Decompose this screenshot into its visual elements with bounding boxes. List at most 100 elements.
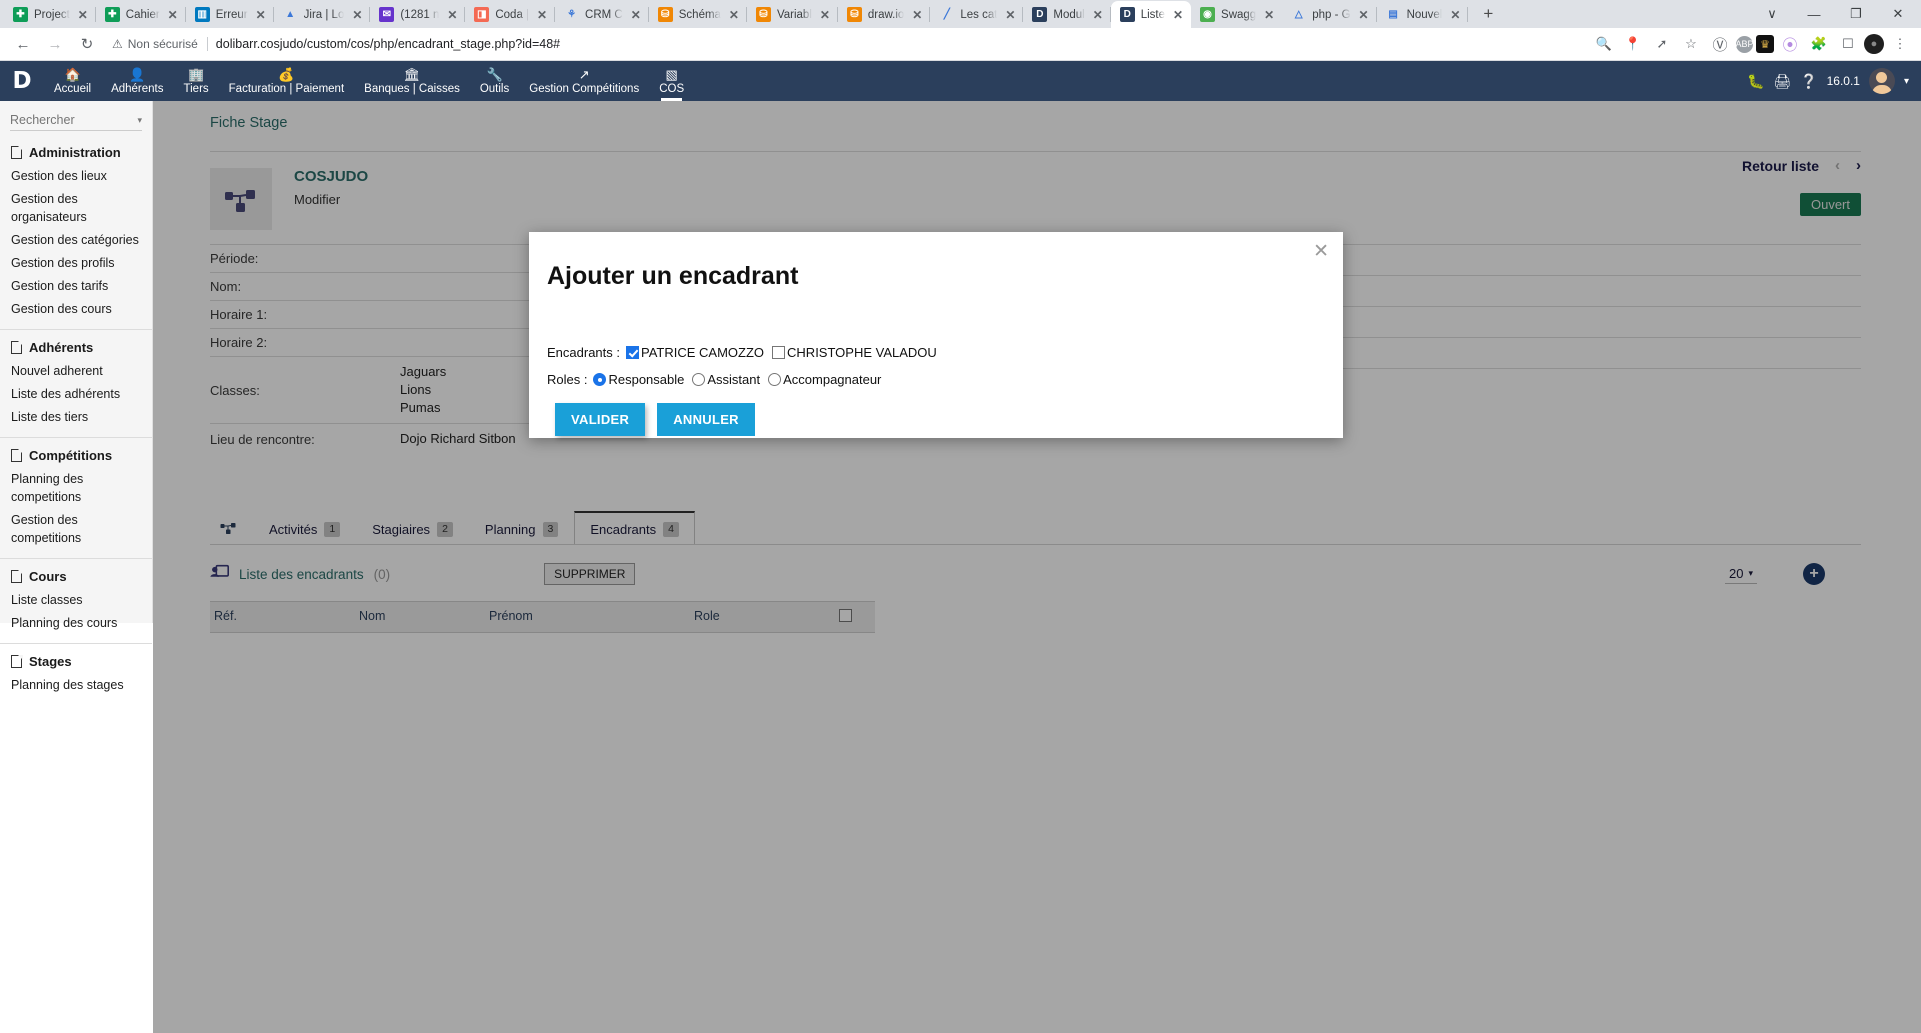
help-icon[interactable]: ❔ (1800, 73, 1817, 90)
browser-tab[interactable]: ▲ Jira | Lo ✕ (274, 1, 371, 28)
role-option[interactable]: Assistant (692, 372, 760, 387)
close-window-button[interactable]: ✕ (1877, 0, 1919, 28)
close-tab-icon[interactable]: ✕ (727, 8, 741, 22)
sidebar-item-gestion-des-lieux[interactable]: Gestion des lieux (0, 165, 152, 188)
checkbox-christophe-valadou[interactable] (772, 346, 786, 359)
valider-button[interactable]: VALIDER (555, 403, 646, 436)
browser-tab[interactable]: ✉ (1281 n ✕ (370, 1, 466, 28)
close-tab-icon[interactable]: ✕ (166, 8, 180, 22)
browser-tab[interactable]: ◨ Coda | ✕ (465, 1, 555, 28)
chevron-down-icon[interactable]: ▾ (1904, 76, 1909, 87)
browser-tab[interactable]: ⛁ Schéma ✕ (649, 1, 748, 28)
browser-tab[interactable]: ⚘ CRM C ✕ (555, 1, 649, 28)
profile-avatar-icon[interactable]: ● (1864, 34, 1884, 54)
sidebar-item-gestion-des-cat-gories[interactable]: Gestion des catégories (0, 229, 152, 252)
radio-assistant[interactable] (692, 373, 706, 386)
radio-responsable[interactable] (593, 373, 607, 386)
minimize-button[interactable]: — (1793, 0, 1835, 28)
checkbox-patrice-camozzo[interactable] (626, 346, 639, 359)
browser-tab[interactable]: D Modul ✕ (1023, 1, 1112, 28)
browser-tab[interactable]: ✚ Cahier ✕ (96, 1, 186, 28)
sidebar-item-liste-classes[interactable]: Liste classes (0, 589, 152, 612)
chevron-down-icon[interactable]: ▾ (137, 115, 142, 126)
bug-icon[interactable]: 🐛 (1747, 73, 1764, 90)
warning-triangle-icon: ⚠ (112, 37, 123, 51)
address-bar[interactable]: ⚠ Non sécurisé dolibarr.cosjudo/custom/c… (112, 31, 1581, 57)
browser-tab[interactable]: ⛁ Variabl ✕ (747, 1, 838, 28)
forward-icon[interactable]: → (40, 29, 70, 59)
topmenu-item-tiers[interactable]: 🏢 Tiers (174, 61, 219, 101)
sidebar-item-gestion-des-organisateurs[interactable]: Gestion des organisateurs (0, 188, 152, 229)
printer-icon[interactable]: 🖨 (1773, 73, 1791, 90)
close-tab-icon[interactable]: ✕ (1448, 8, 1462, 22)
close-tab-icon[interactable]: ✕ (1357, 8, 1371, 22)
sidebar-item-nouvel-adherent[interactable]: Nouvel adherent (0, 360, 152, 383)
bookmark-star-icon[interactable]: ☆ (1678, 31, 1704, 57)
kebab-menu-icon[interactable]: ⋮ (1887, 31, 1913, 57)
sidebar-item-gestion-des-competitions[interactable]: Gestion des competitions (0, 509, 152, 550)
role-option[interactable]: Responsable (593, 372, 684, 387)
security-status[interactable]: ⚠ Non sécurisé (112, 37, 208, 51)
topmenu-item-cos[interactable]: ▧ COS (649, 61, 694, 101)
avatar[interactable] (1868, 68, 1895, 94)
close-tab-icon[interactable]: ✕ (1091, 8, 1105, 22)
topmenu-item-outils[interactable]: 🔧 Outils (470, 61, 519, 101)
maximize-button[interactable]: ❐ (1835, 0, 1877, 28)
close-tab-icon[interactable]: ✕ (818, 8, 832, 22)
browser-tab[interactable]: D Liste ✕ (1110, 1, 1192, 28)
close-tab-icon[interactable]: ✕ (629, 8, 643, 22)
dolibarr-logo[interactable]: D (0, 61, 44, 101)
sidebar-item-gestion-des-cours[interactable]: Gestion des cours (0, 298, 152, 321)
tab-search-button[interactable]: ∨ (1751, 0, 1793, 28)
share-icon[interactable]: ➚ (1649, 31, 1675, 57)
close-tab-icon[interactable]: ✕ (535, 8, 549, 22)
role-option[interactable]: Accompagnateur (768, 372, 881, 387)
sidebar-item-gestion-des-tarifs[interactable]: Gestion des tarifs (0, 275, 152, 298)
puzzle-icon[interactable]: 🧩 (1806, 31, 1832, 57)
new-tab-button[interactable]: + (1474, 0, 1502, 28)
zoom-out-icon[interactable]: 🔍 (1591, 31, 1617, 57)
browser-tab[interactable]: ◉ Swagg ✕ (1191, 1, 1282, 28)
sidebar-item-gestion-des-profils[interactable]: Gestion des profils (0, 252, 152, 275)
topmenu-item-facturation-paiement[interactable]: 💰 Facturation | Paiement (219, 61, 355, 101)
browser-tab[interactable]: ╱ Les cat ✕ (930, 1, 1024, 28)
pocket-icon[interactable]: Ⓥ (1707, 31, 1733, 57)
search-input[interactable] (10, 113, 138, 127)
encadrant-option[interactable]: PATRICE CAMOZZO (626, 345, 764, 360)
close-tab-icon[interactable]: ✕ (350, 8, 364, 22)
topmenu-item-adh-rents[interactable]: 👤 Adhérents (101, 61, 173, 101)
sidebar-item-planning-des-cours[interactable]: Planning des cours (0, 612, 152, 635)
sidebar-item-liste-des-tiers[interactable]: Liste des tiers (0, 406, 152, 429)
location-pin-icon[interactable]: 📍 (1620, 31, 1646, 57)
back-icon[interactable]: ← (8, 29, 38, 59)
sidebar-group-title: Cours (0, 567, 152, 589)
sidepanel-icon[interactable]: ☐ (1835, 31, 1861, 57)
close-tab-icon[interactable]: ✕ (1262, 8, 1276, 22)
encadrant-option[interactable]: CHRISTOPHE VALADOU (772, 345, 937, 360)
close-tab-icon[interactable]: ✕ (254, 8, 268, 22)
browser-tab[interactable]: ▥ Erreur ✕ (186, 1, 274, 28)
browser-tab[interactable]: △ php - G ✕ (1282, 1, 1377, 28)
sidebar-item-planning-des-stages[interactable]: Planning des stages (0, 674, 152, 697)
close-tab-icon[interactable]: ✕ (1003, 8, 1017, 22)
browser-tab[interactable]: ▤ Nouvel ✕ (1377, 1, 1469, 28)
browser-tab[interactable]: ✚ Project ✕ (4, 1, 96, 28)
topmenu-item-accueil[interactable]: 🏠 Accueil (44, 61, 101, 101)
close-tab-icon[interactable]: ✕ (910, 8, 924, 22)
topmenu-item-gestion-comp-titions[interactable]: ↗ Gestion Compétitions (519, 61, 649, 101)
reload-icon[interactable]: ↻ (72, 29, 102, 59)
browser-tab[interactable]: ⛁ draw.io ✕ (838, 1, 931, 28)
close-tab-icon[interactable]: ✕ (76, 8, 90, 22)
topmenu-item-banques-caisses[interactable]: 🏛 Banques | Caisses (354, 61, 470, 101)
close-tab-icon[interactable]: ✕ (1171, 8, 1185, 22)
annuler-button[interactable]: ANNULER (657, 403, 755, 436)
close-tab-icon[interactable]: ✕ (445, 8, 459, 22)
adblock-icon[interactable]: ABP (1736, 35, 1754, 53)
sidebar-item-planning-des-competitions[interactable]: Planning des competitions (0, 468, 152, 509)
radio-accompagnateur[interactable] (768, 373, 782, 386)
sidebar-item-liste-des-adh-rents[interactable]: Liste des adhérents (0, 383, 152, 406)
close-icon[interactable]: ✕ (1313, 242, 1329, 261)
extension-purple-icon[interactable]: ⦿ (1777, 31, 1803, 57)
extension-gold-icon[interactable]: ♛ (1756, 35, 1774, 53)
sidebar-search[interactable]: ▾ (10, 113, 142, 131)
